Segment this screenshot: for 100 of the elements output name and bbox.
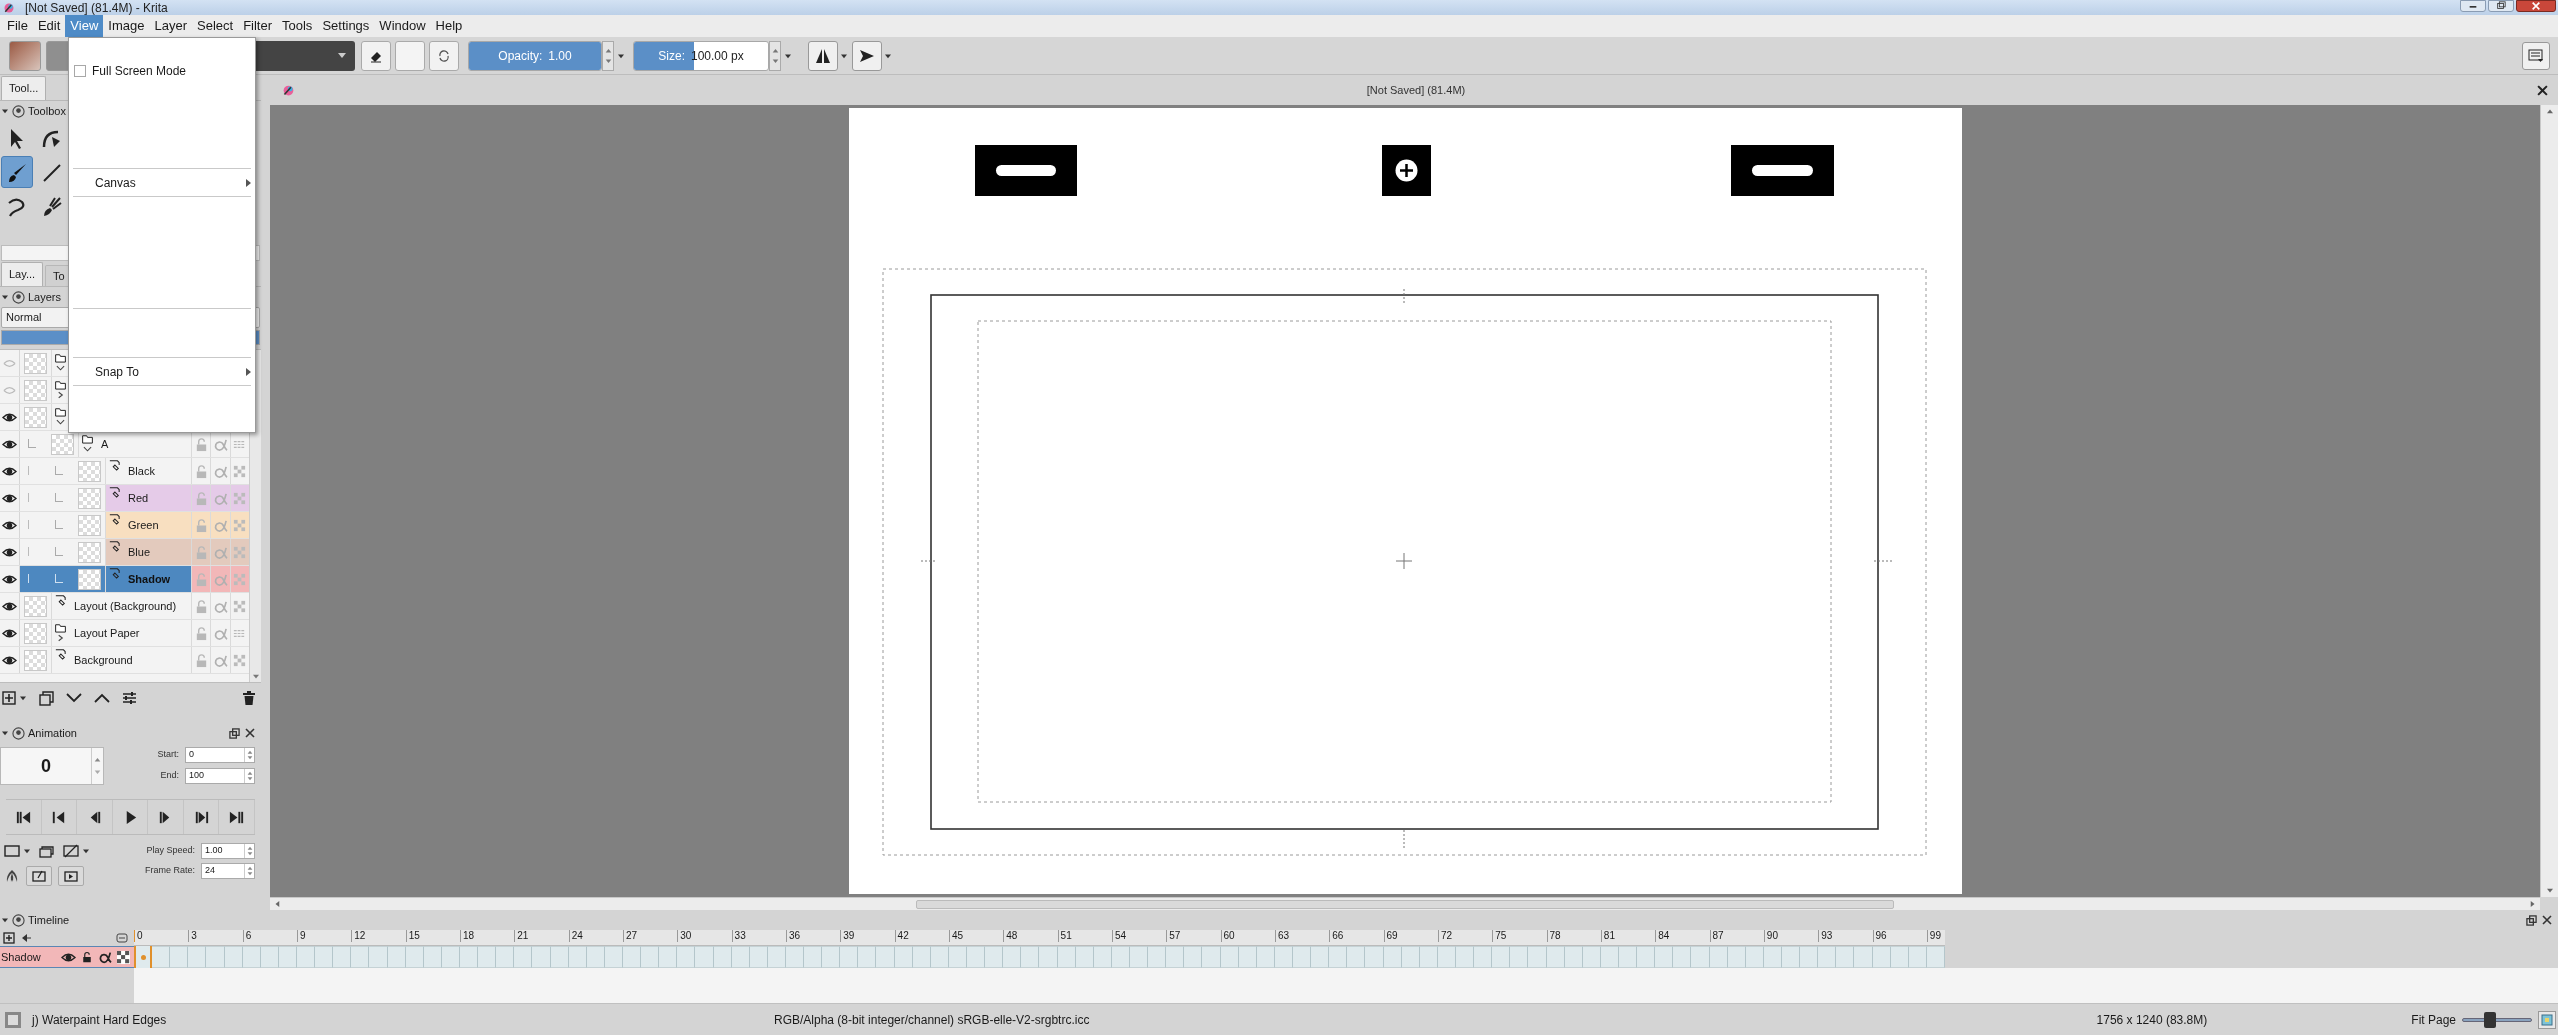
submenu-item[interactable]: Canvas	[69, 172, 255, 193]
tool-button[interactable]	[1, 156, 33, 188]
collapse-caret-icon[interactable]	[1, 294, 9, 300]
spin-up-icon[interactable]	[771, 47, 779, 53]
zoom-slider[interactable]	[2462, 1011, 2532, 1028]
sliders-icon[interactable]	[122, 691, 137, 705]
menu-item[interactable]: View	[65, 15, 104, 37]
gradient-swatch[interactable]	[9, 40, 41, 71]
play-speed-field[interactable]: 1.00	[201, 843, 255, 859]
frame-cell[interactable]	[659, 946, 678, 968]
frame-cell[interactable]	[369, 946, 388, 968]
menu-item[interactable]: Tools	[277, 15, 318, 37]
reload-button[interactable]	[429, 40, 459, 71]
menu-item[interactable]: File	[2, 15, 33, 37]
frame-cell[interactable]	[170, 946, 189, 968]
layer-row[interactable]: Green	[0, 512, 249, 539]
layer-row[interactable]: Black	[0, 458, 249, 485]
spin-down-icon[interactable]	[604, 58, 612, 64]
frame-cell[interactable]	[1347, 946, 1366, 968]
frame-cell[interactable]	[858, 946, 877, 968]
expanded-chevron-icon[interactable]	[56, 418, 65, 426]
menu-item[interactable]: Edit	[32, 15, 66, 37]
add-layer-icon[interactable]	[3, 932, 15, 944]
submenu-item[interactable]: Snap To	[69, 361, 255, 382]
spin-down-icon[interactable]	[246, 852, 253, 856]
spin-up-icon[interactable]	[246, 750, 253, 754]
frame-cell[interactable]	[1311, 946, 1330, 968]
scrollbar-thumb[interactable]	[916, 899, 1894, 909]
frame-cell[interactable]	[1202, 946, 1221, 968]
float-icon[interactable]	[2526, 914, 2537, 926]
frame-cell[interactable]	[1184, 946, 1203, 968]
stacked-frames-icon[interactable]	[39, 844, 55, 858]
close-icon[interactable]	[2537, 84, 2548, 96]
scroll-up-icon[interactable]	[2545, 108, 2554, 114]
timeline-layer-header[interactable]: Shadow	[0, 946, 134, 968]
layer-row[interactable]: Layout Paper	[0, 620, 249, 647]
start-frame-field[interactable]: 0	[185, 747, 255, 763]
frame-cell[interactable]	[641, 946, 660, 968]
minimize-button[interactable]	[2460, 0, 2486, 12]
panel-tab[interactable]: Lay...	[1, 262, 44, 286]
horizontal-scrollbar[interactable]	[270, 897, 2540, 910]
layer-row[interactable]: Red	[0, 485, 249, 512]
frame-cell[interactable]	[1148, 946, 1167, 968]
slider-thumb[interactable]	[2484, 1011, 2496, 1028]
spin-down-icon[interactable]	[246, 756, 253, 760]
frame-cell[interactable]	[876, 946, 895, 968]
frame-cell[interactable]	[1854, 946, 1873, 968]
layer-row[interactable]: Shadow	[0, 566, 249, 593]
frame-cell[interactable]	[1528, 946, 1547, 968]
checkbox[interactable]	[74, 64, 86, 77]
lock-icon[interactable]	[81, 951, 93, 963]
spin-up-icon[interactable]	[246, 846, 253, 850]
frame-cell[interactable]	[478, 946, 497, 968]
frame-cell[interactable]	[333, 946, 352, 968]
collapse-caret-icon[interactable]	[1, 730, 9, 736]
menu-item[interactable]: Layer	[149, 15, 192, 37]
frame-cell[interactable]	[1691, 946, 1710, 968]
frame-cell[interactable]	[315, 946, 334, 968]
inherit-alpha-icon[interactable]	[117, 950, 130, 964]
frame-cell[interactable]	[985, 946, 1004, 968]
frame-cell[interactable]	[351, 946, 370, 968]
frame-cell[interactable]	[206, 946, 225, 968]
close-icon[interactable]	[2542, 915, 2552, 925]
spin-up-icon[interactable]	[246, 771, 253, 775]
frame-cell[interactable]	[1329, 946, 1348, 968]
brush-preset-icon[interactable]	[5, 1011, 21, 1028]
drop-frames-button[interactable]	[63, 844, 90, 858]
spin-up-icon[interactable]	[94, 757, 101, 762]
frame-cell[interactable]	[677, 946, 696, 968]
layer-row[interactable]: Background	[0, 647, 249, 674]
frame-cell[interactable]	[1166, 946, 1185, 968]
frame-cell[interactable]	[1637, 946, 1656, 968]
add-layer-button[interactable]	[2, 691, 27, 705]
menu-item[interactable]: Help	[430, 15, 468, 37]
duplicate-icon[interactable]	[39, 690, 54, 706]
draw-frame-button[interactable]	[26, 866, 52, 886]
spin-down-icon[interactable]	[246, 777, 253, 781]
collapse-caret-icon[interactable]	[1, 917, 9, 923]
spin-down-icon[interactable]	[246, 872, 253, 876]
mirror-vertical-button[interactable]	[852, 40, 882, 71]
frame-cell[interactable]	[1836, 946, 1855, 968]
chevron-down-icon[interactable]	[66, 693, 82, 703]
frame-cell[interactable]	[967, 946, 986, 968]
scroll-down-icon[interactable]	[251, 674, 260, 680]
trash-icon[interactable]	[243, 691, 255, 705]
play-frame-button[interactable]	[58, 866, 84, 886]
frame-cell[interactable]	[496, 946, 515, 968]
frame-cell[interactable]	[695, 946, 714, 968]
frame-cell[interactable]	[1800, 946, 1819, 968]
frame-cell[interactable]	[1365, 946, 1384, 968]
workspace-button[interactable]	[2522, 41, 2550, 70]
current-frame-field[interactable]: 0	[0, 747, 104, 785]
frame-view-button[interactable]	[4, 845, 31, 857]
scroll-left-icon[interactable]	[274, 900, 280, 908]
chevron-up-icon[interactable]	[94, 693, 110, 703]
frame-cell[interactable]	[1655, 946, 1674, 968]
layer-row[interactable]: Layout (Background)	[0, 593, 249, 620]
menu-item[interactable]: Settings	[317, 15, 375, 37]
menu-item[interactable]: Full Screen Mode	[69, 60, 255, 81]
scroll-right-icon[interactable]	[2530, 900, 2536, 908]
